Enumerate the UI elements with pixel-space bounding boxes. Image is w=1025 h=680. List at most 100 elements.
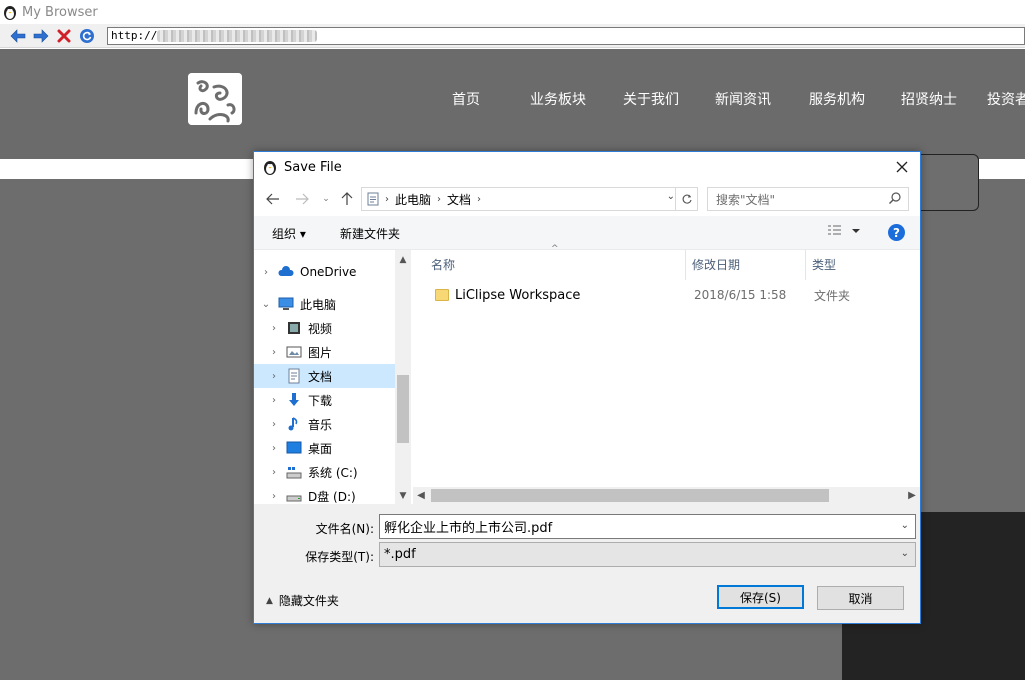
browser-toolbar: http:// — [0, 24, 1025, 48]
nav-business[interactable]: 业务板块 — [530, 89, 586, 109]
sidebar-item-label: 下载 — [308, 393, 333, 408]
address-bar[interactable]: › 此电脑 › 文档 › ⌄ — [361, 187, 698, 211]
forward-arrow-icon[interactable] — [293, 190, 311, 208]
url-bar[interactable]: http:// — [107, 27, 1025, 45]
organize-button[interactable]: 组织 ▾ — [272, 225, 306, 242]
scroll-left-icon[interactable]: ◀ — [413, 487, 429, 504]
column-type[interactable]: 类型 — [806, 250, 920, 280]
column-date-modified[interactable]: 修改日期 — [686, 250, 806, 280]
help-icon[interactable]: ? — [888, 224, 905, 241]
chevron-right-icon[interactable]: › — [260, 267, 272, 278]
desktop-icon — [286, 440, 302, 456]
back-arrow-icon[interactable] — [264, 190, 282, 208]
search-icon[interactable] — [888, 191, 902, 208]
search-placeholder: 搜索"文档" — [716, 192, 776, 207]
chevron-right-icon[interactable]: › — [268, 467, 280, 478]
sidebar-item-label: 音乐 — [308, 417, 333, 432]
refresh-icon[interactable] — [675, 188, 697, 210]
nav-about[interactable]: 关于我们 — [623, 89, 679, 109]
sidebar-item-label: 桌面 — [308, 441, 333, 456]
file-date: 2018/6/15 1:58 — [694, 288, 787, 302]
music-icon — [286, 416, 302, 432]
chevron-right-icon[interactable]: › — [268, 323, 280, 334]
new-folder-button[interactable]: 新建文件夹 — [340, 225, 400, 242]
browser-titlebar: My Browser — [0, 0, 1025, 24]
dialog-bottom: 文件名(N): 孵化企业上市的上市公司.pdf ⌄ 保存类型(T): *.pdf… — [254, 504, 920, 623]
back-arrow-icon[interactable] — [8, 26, 28, 46]
dialog-title: Save File — [284, 159, 342, 175]
chevron-down-icon[interactable]: ⌄ — [901, 520, 909, 531]
chevron-down-icon[interactable]: ⌄ — [667, 191, 675, 202]
breadcrumb-separator: › — [385, 193, 389, 205]
filetype-select[interactable]: *.pdf ⌄ — [379, 542, 916, 567]
sidebar-item[interactable]: › 视频 — [254, 316, 395, 340]
filetype-value: *.pdf — [384, 547, 416, 562]
scroll-down-icon[interactable]: ▼ — [395, 488, 411, 504]
sidebar-item-label: 视频 — [308, 321, 333, 336]
filename-field[interactable]: 孵化企业上市的上市公司.pdf ⌄ — [379, 514, 916, 539]
nav-home[interactable]: 首页 — [452, 89, 480, 109]
breadcrumb-separator: › — [477, 193, 482, 205]
chevron-down-icon[interactable]: ⌄ — [901, 548, 909, 559]
close-icon[interactable] — [890, 155, 914, 179]
cancel-button[interactable]: 取消 — [817, 586, 904, 610]
sidebar-item[interactable]: › OneDrive — [254, 260, 395, 284]
file-list: ^ 名称 修改日期 类型 LiClipse Workspace 2018/6/1… — [413, 244, 920, 504]
stop-icon[interactable] — [54, 26, 74, 46]
scroll-up-icon[interactable]: ▲ — [395, 252, 411, 268]
search-input[interactable]: 搜索"文档" — [707, 187, 909, 211]
chevron-up-icon: ▲ — [266, 595, 273, 606]
chevron-right-icon[interactable]: › — [268, 491, 280, 502]
forward-arrow-icon[interactable] — [31, 26, 51, 46]
scrollbar-thumb[interactable] — [397, 375, 409, 443]
chevron-right-icon[interactable]: › — [268, 371, 280, 382]
picture-icon — [286, 344, 302, 360]
document-icon — [286, 368, 302, 384]
nav-careers[interactable]: 招贤纳士 — [901, 89, 957, 109]
recent-locations-chevron-icon[interactable]: ⌄ — [317, 190, 335, 208]
sidebar-item[interactable]: › 文档 — [254, 364, 395, 388]
sidebar-item-label: 图片 — [308, 345, 333, 360]
hide-folders-toggle[interactable]: ▲ 隐藏文件夹 — [266, 592, 339, 609]
breadcrumb-documents[interactable]: 文档 — [447, 191, 471, 208]
filetype-label: 保存类型(T): — [305, 550, 374, 564]
view-options-icon[interactable] — [827, 223, 863, 242]
dialog-titlebar: Save File — [254, 152, 920, 182]
penguin-app-icon — [4, 6, 16, 20]
chevron-right-icon[interactable]: › — [268, 419, 280, 430]
chevron-right-icon[interactable]: › — [268, 395, 280, 406]
sidebar-item[interactable]: ⌄ 此电脑 — [254, 292, 395, 316]
chevron-right-icon[interactable]: › — [268, 347, 280, 358]
sidebar-item[interactable]: › 图片 — [254, 340, 395, 364]
navigation-pane: › OneDrive ⌄ 此电脑 › 视频 › 图片 › 文档 › 下载 › 音乐 › 桌面 › 系统 (C:) ›… — [254, 250, 411, 504]
nav-investors[interactable]: 投资者 — [987, 89, 1025, 109]
chevron-down-icon[interactable]: ⌄ — [260, 299, 272, 310]
sidebar-item[interactable]: › 音乐 — [254, 412, 395, 436]
browser-title: My Browser — [22, 4, 98, 20]
sidebar-item[interactable]: › 下载 — [254, 388, 395, 412]
document-icon — [367, 192, 379, 206]
chevron-right-icon[interactable]: › — [268, 443, 280, 454]
sidebar-item[interactable]: › 系统 (C:) — [254, 460, 395, 484]
breadcrumb-separator: › — [437, 193, 442, 205]
refresh-icon[interactable] — [77, 26, 97, 46]
horizontal-scrollbar[interactable]: ◀ ▶ — [413, 487, 920, 504]
save-button[interactable]: 保存(S) — [717, 585, 804, 609]
drive-icon — [286, 488, 302, 504]
navigation-scrollbar[interactable]: ▲ ▼ — [395, 250, 411, 504]
url-text: http:// — [111, 29, 158, 42]
nav-services[interactable]: 服务机构 — [809, 89, 865, 109]
sidebar-item-label: 此电脑 — [300, 297, 337, 312]
download-icon — [286, 392, 302, 408]
scrollbar-thumb[interactable] — [431, 489, 829, 502]
up-arrow-icon[interactable] — [338, 190, 356, 208]
breadcrumb-this-pc[interactable]: 此电脑 — [395, 191, 431, 208]
scroll-right-icon[interactable]: ▶ — [904, 487, 920, 504]
sidebar-item[interactable]: › 桌面 — [254, 436, 395, 460]
column-name[interactable]: 名称 — [413, 250, 686, 280]
site-logo[interactable] — [188, 73, 242, 125]
cloud-icon — [278, 264, 294, 280]
address-row: ⌄ › 此电脑 › 文档 › ⌄ 搜索"文档" — [254, 182, 920, 216]
nav-news[interactable]: 新闻资讯 — [715, 89, 771, 109]
list-item[interactable]: LiClipse Workspace 2018/6/15 1:58 文件夹 — [425, 284, 915, 306]
